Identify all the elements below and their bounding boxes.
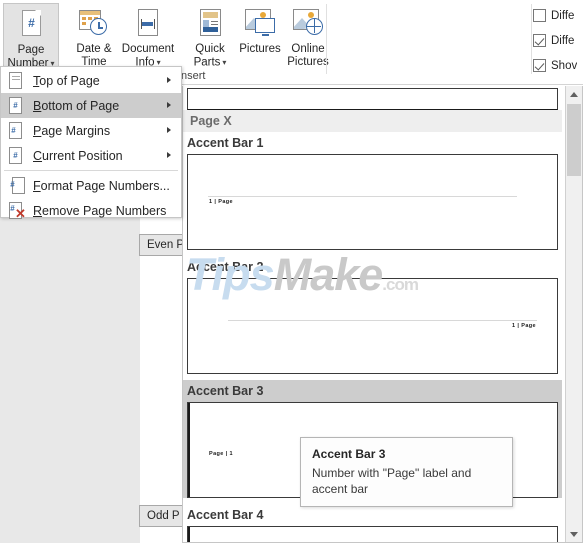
word-page-number-gallery-screen: # Page Number ▾ Date & Time Document Info… — [0, 0, 583, 543]
ribbon-group-divider-2 — [531, 4, 532, 74]
format-numbers-icon: # — [8, 177, 25, 194]
ribbon-group-label-insert: nsert — [181, 70, 206, 82]
gallery-item-preview: Page | 1 — [187, 526, 558, 542]
checkbox-label: Diffe — [551, 34, 575, 47]
preview-accent-bar — [188, 403, 190, 497]
gallery-item-title: Accent Bar 4 — [187, 508, 264, 522]
tooltip-body: Number with "Page" label and accent bar — [312, 466, 472, 496]
ribbon-button-label: Quick — [195, 43, 225, 55]
menu-item-current-position[interactable]: # Current Position — [1, 143, 181, 168]
gallery-item-title: Accent Bar 3 — [187, 384, 264, 398]
chevron-right-icon — [167, 152, 171, 158]
menu-item-label: Current Position — [33, 148, 123, 163]
checkbox-row-different-first-page[interactable]: Diffe — [533, 3, 583, 28]
ribbon-group-divider — [326, 4, 327, 74]
quick-parts-icon — [192, 7, 228, 41]
workspace-gray-area — [0, 218, 140, 543]
scroll-down-arrow-icon — [570, 532, 578, 537]
checkbox-show-document-text[interactable] — [533, 59, 546, 72]
page-margins-icon: # — [8, 122, 25, 139]
gallery-item-preview: 1 | Page — [187, 278, 558, 374]
gallery-item-preview: 1 | Page — [187, 154, 558, 250]
ribbon-button-label-2: Pictures — [287, 56, 329, 68]
checkbox-label: Diffe — [551, 9, 575, 22]
preview-number-text: 1 | Page — [512, 323, 536, 329]
menu-item-top-of-page[interactable]: Top of Page — [1, 68, 181, 93]
ribbon-button-label: Pictures — [239, 43, 281, 55]
checkbox-different-first-page[interactable] — [533, 9, 546, 22]
chevron-right-icon — [167, 102, 171, 108]
gallery-item-accent-bar-1[interactable]: Accent Bar 1 1 | Page — [183, 132, 562, 250]
ribbon-button-label-2: Parts ▾ — [193, 56, 227, 69]
even-page-footer-chip[interactable]: Even P — [139, 234, 185, 256]
menu-item-label: Format Page Numbers... — [33, 178, 170, 193]
gallery-item-tooltip: Accent Bar 3 Number with "Page" label an… — [300, 437, 513, 507]
page-number-dropdown-menu[interactable]: Top of Page # Bottom of Page # Page Marg… — [0, 66, 182, 220]
ribbon-button-label: Date & — [76, 43, 112, 55]
scroll-up-arrow-icon — [570, 92, 578, 97]
ribbon-button-online-pictures[interactable]: Online Pictures — [280, 3, 336, 77]
menu-item-label: Bottom of Page — [33, 98, 120, 113]
current-position-icon: # — [8, 147, 25, 164]
menu-item-label: Remove Page Numbers — [33, 203, 167, 218]
scrollbar-thumb[interactable] — [567, 104, 581, 176]
menu-item-bottom-of-page[interactable]: # Bottom of Page — [1, 93, 181, 118]
menu-item-label: Page Margins — [33, 123, 111, 138]
page-number-icon: # — [13, 8, 49, 42]
checkbox-label: Shov — [551, 59, 578, 72]
ribbon-button-quick-parts[interactable]: Quick Parts ▾ — [182, 3, 238, 77]
options-checkbox-panel: Diffe Diffe Shov — [533, 0, 583, 84]
gallery-item-title: Accent Bar 1 — [187, 136, 264, 150]
preview-number-text: Page | 1 — [209, 451, 233, 457]
gallery-scrollbar[interactable] — [565, 86, 582, 542]
page-bottom-icon: # — [8, 97, 25, 114]
pictures-icon — [242, 7, 278, 41]
page-top-icon — [8, 72, 25, 89]
remove-numbers-icon: # ✕ — [9, 202, 26, 221]
menu-divider — [4, 170, 178, 171]
scrollbar-up-button[interactable] — [566, 86, 582, 103]
preview-accent-bar — [188, 527, 190, 542]
gallery-item-accent-bar-4[interactable]: Accent Bar 4 Page | 1 — [183, 504, 562, 542]
menu-item-format-page-numbers[interactable]: # Format Page Numbers... — [1, 173, 181, 198]
chip-label: Odd P — [147, 510, 180, 522]
odd-page-footer-chip[interactable]: Odd P — [139, 505, 185, 527]
menu-item-label: Top of Page — [33, 73, 100, 88]
menu-item-remove-page-numbers[interactable]: # ✕ Remove Page Numbers — [1, 198, 181, 223]
ribbon-button-label: Page — [17, 44, 45, 56]
checkbox-row-show-document-text[interactable]: Shov — [533, 53, 583, 78]
scrollbar-down-button[interactable] — [566, 526, 582, 542]
tooltip-title: Accent Bar 3 — [312, 447, 386, 461]
ribbon-button-label: Document — [121, 43, 175, 55]
preview-number-text: 1 | Page — [209, 199, 233, 205]
checkbox-different-odd-even[interactable] — [533, 34, 546, 47]
chip-label: Even P — [147, 239, 185, 251]
checkbox-row-different-odd-even[interactable]: Diffe — [533, 28, 583, 53]
gallery-item-accent-bar-2[interactable]: Accent Bar 2 1 | Page — [183, 256, 562, 374]
online-pictures-icon — [290, 7, 326, 41]
ribbon-button-label: Online — [291, 43, 325, 55]
chevron-right-icon — [167, 77, 171, 83]
date-time-icon — [76, 7, 112, 41]
gallery-preview-partial-top — [187, 88, 558, 110]
gallery-category-header: Page X — [183, 110, 562, 132]
gallery-item-title: Accent Bar 2 — [187, 260, 264, 274]
document-info-icon — [130, 7, 166, 41]
menu-item-page-margins[interactable]: # Page Margins — [1, 118, 181, 143]
chevron-right-icon — [167, 127, 171, 133]
